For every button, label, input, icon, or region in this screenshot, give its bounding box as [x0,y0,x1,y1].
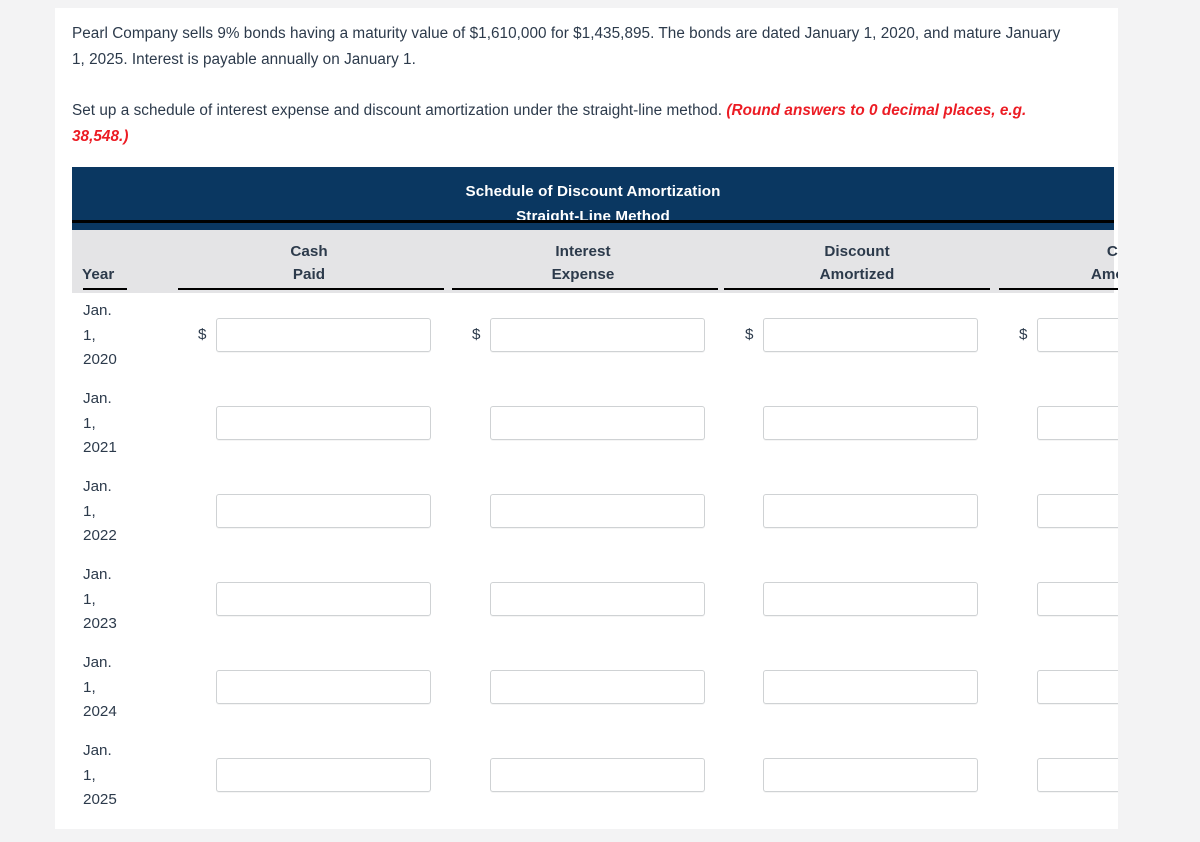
column-header-interest-expense-line2: Expense [551,266,615,283]
column-header-cash-paid: Cash Paid [164,240,454,286]
problem-instruction: Set up a schedule of interest expense an… [72,98,1082,150]
row-year-label: Jan. 1, 2024 [83,651,131,725]
currency-symbol: $ [198,326,207,343]
input-carrying-amount-2024[interactable] [1037,670,1118,704]
input-interest-expense-2025[interactable] [490,758,705,792]
column-header-interest-expense-line1: Interest [555,243,611,260]
schedule-title-band: Schedule of Discount Amortization Straig… [72,167,1114,225]
currency-symbol: $ [1019,326,1028,343]
input-interest-expense-2023[interactable] [490,582,705,616]
column-header-year: Year [82,266,115,283]
row-year-label: Jan. 1, 2023 [83,563,131,637]
instruction-main-text: Set up a schedule of interest expense an… [72,102,727,119]
column-rule-cash-paid [178,288,444,290]
row-year-label-line1: Jan. [83,302,112,319]
row-year-label-line1: Jan. [83,654,112,671]
input-discount-amortized-2023[interactable] [763,582,978,616]
column-header-carrying-amount-line1: Carryi [1106,243,1118,260]
question-card: Pearl Company sells 9% bonds having a ma… [55,8,1118,829]
input-cash-paid-2023[interactable] [216,582,431,616]
row-year-label-line2: 1, [83,590,96,608]
column-header-carrying-amount: Carryi Amount of [984,240,1118,286]
table-row: Jan. 1, 2023 [72,557,1118,645]
table-row: Jan. 1, 2024 [72,645,1118,733]
column-rule-carrying-amount [999,288,1118,290]
row-year-label: Jan. 1, 2025 [83,739,131,813]
input-carrying-amount-2021[interactable] [1037,406,1118,440]
row-year-label: Jan. 1, 2022 [83,475,131,549]
input-discount-amortized-2021[interactable] [763,406,978,440]
row-year-label-line2: 1, [83,414,96,432]
input-discount-amortized-2020[interactable] [763,318,978,352]
input-discount-amortized-2024[interactable] [763,670,978,704]
amortization-schedule: Schedule of Discount Amortization Straig… [72,167,1118,817]
row-year-label: Jan. 1, 2021 [83,387,131,461]
input-carrying-amount-2025[interactable] [1037,758,1118,792]
input-carrying-amount-2020[interactable] [1037,318,1118,352]
currency-symbol: $ [745,326,754,343]
column-rule-discount-amortized [724,288,990,290]
row-year-label-line1: Jan. [83,478,112,495]
column-header-cash-paid-line2: Paid [292,266,326,283]
input-carrying-amount-2022[interactable] [1037,494,1118,528]
row-year-label: Jan. 1, 2020 [83,299,131,373]
input-cash-paid-2022[interactable] [216,494,431,528]
column-header-discount-amortized-line1: Discount [824,243,890,260]
row-year-label-line1: Jan. [83,390,112,407]
column-header-cash-paid-line1: Cash [290,243,328,260]
row-year-label-line3: 2020 [83,351,117,368]
input-interest-expense-2020[interactable] [490,318,705,352]
input-interest-expense-2022[interactable] [490,494,705,528]
input-cash-paid-2025[interactable] [216,758,431,792]
column-header-carrying-amount-line2: Amount of [1090,266,1118,283]
column-rule-interest-expense [452,288,718,290]
page-background: Pearl Company sells 9% bonds having a ma… [0,0,1200,842]
input-discount-amortized-2022[interactable] [763,494,978,528]
row-year-label-line2: 1, [83,502,96,520]
table-row: Jan. 1, 2020 $ $ $ $ [72,293,1118,381]
row-year-label-line3: 2022 [83,527,117,544]
row-year-label-line3: 2025 [83,791,117,808]
input-cash-paid-2024[interactable] [216,670,431,704]
row-year-label-line2: 1, [83,766,96,784]
currency-symbol: $ [472,326,481,343]
row-year-label-line3: 2021 [83,439,117,456]
table-row: Jan. 1, 2021 [72,381,1118,469]
input-interest-expense-2024[interactable] [490,670,705,704]
problem-paragraph: Pearl Company sells 9% bonds having a ma… [72,25,1061,68]
row-year-label-line1: Jan. [83,566,112,583]
input-carrying-amount-2023[interactable] [1037,582,1118,616]
column-header-interest-expense: Interest Expense [438,240,728,286]
input-cash-paid-2021[interactable] [216,406,431,440]
row-year-label-line3: 2023 [83,615,117,632]
input-discount-amortized-2025[interactable] [763,758,978,792]
column-rule-year [83,288,127,290]
row-year-label-line3: 2024 [83,703,117,720]
column-header-discount-amortized-line2: Amortized [819,266,895,283]
input-cash-paid-2020[interactable] [216,318,431,352]
table-row: Jan. 1, 2022 [72,469,1118,557]
schedule-title-line1: Schedule of Discount Amortization [465,183,721,200]
input-interest-expense-2021[interactable] [490,406,705,440]
column-header-row: Year Cash Paid Interest Expense Discount… [72,230,1118,293]
title-band-tail [72,223,1114,230]
row-year-label-line1: Jan. [83,742,112,759]
table-row: Jan. 1, 2025 [72,733,1118,821]
row-year-label-line2: 1, [83,326,96,344]
row-year-label-line2: 1, [83,678,96,696]
column-header-discount-amortized: Discount Amortized [712,240,1002,286]
